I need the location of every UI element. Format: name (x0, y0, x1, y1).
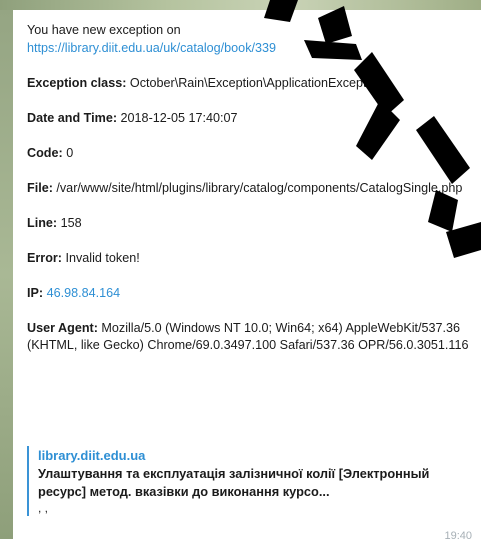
error-label: Error: (27, 250, 62, 265)
link-preview-title[interactable]: Улаштування та експлуатація залізничної … (38, 465, 473, 501)
file-label: File: (27, 180, 53, 195)
datetime-value: 2018-12-05 17:40:07 (120, 110, 238, 125)
exception-class-row: Exception class: October\Rain\Exception\… (27, 75, 473, 93)
exception-class-label: Exception class: (27, 75, 127, 90)
exception-class-value: October\Rain\Exception\ApplicationExcept… (129, 75, 384, 90)
user-agent-label: User Agent: (27, 320, 98, 335)
error-row: Error: Invalid token! (27, 250, 473, 268)
ip-link[interactable]: 46.98.84.164 (47, 286, 121, 300)
message-bubble: You have new exception on https://librar… (13, 10, 481, 542)
code-value: 0 (66, 145, 74, 160)
datetime-label: Date and Time: (27, 110, 118, 125)
code-row: Code: 0 (27, 145, 473, 163)
file-row: File: /var/www/site/html/plugins/library… (27, 180, 473, 198)
intro-text: You have new exception on (27, 23, 181, 37)
code-label: Code: (27, 145, 63, 160)
ip-row: IP: 46.98.84.164 (27, 285, 473, 303)
ip-label: IP: (27, 285, 44, 300)
message-text: You have new exception on https://librar… (27, 22, 473, 372)
line-row: Line: 158 (27, 215, 473, 233)
exception-url-link[interactable]: https://library.diit.edu.ua/uk/catalog/b… (27, 41, 276, 55)
link-preview-site[interactable]: library.diit.edu.ua (38, 447, 473, 465)
chat-wallpaper-top (0, 0, 481, 10)
chat-wallpaper-left (0, 10, 13, 539)
datetime-row: Date and Time: 2018-12-05 17:40:07 (27, 110, 473, 128)
message-intro: You have new exception on https://librar… (27, 22, 473, 57)
error-value: Invalid token! (65, 250, 140, 265)
file-value: /var/www/site/html/plugins/library/catal… (56, 180, 463, 195)
line-value: 158 (60, 215, 82, 230)
line-label: Line: (27, 215, 58, 230)
link-preview-description: , , (38, 501, 49, 515)
link-preview[interactable]: library.diit.edu.ua Улаштування та експл… (27, 446, 473, 516)
user-agent-row: User Agent: Mozilla/5.0 (Windows NT 10.0… (27, 320, 473, 355)
message-timestamp: 19:40 (444, 530, 472, 542)
